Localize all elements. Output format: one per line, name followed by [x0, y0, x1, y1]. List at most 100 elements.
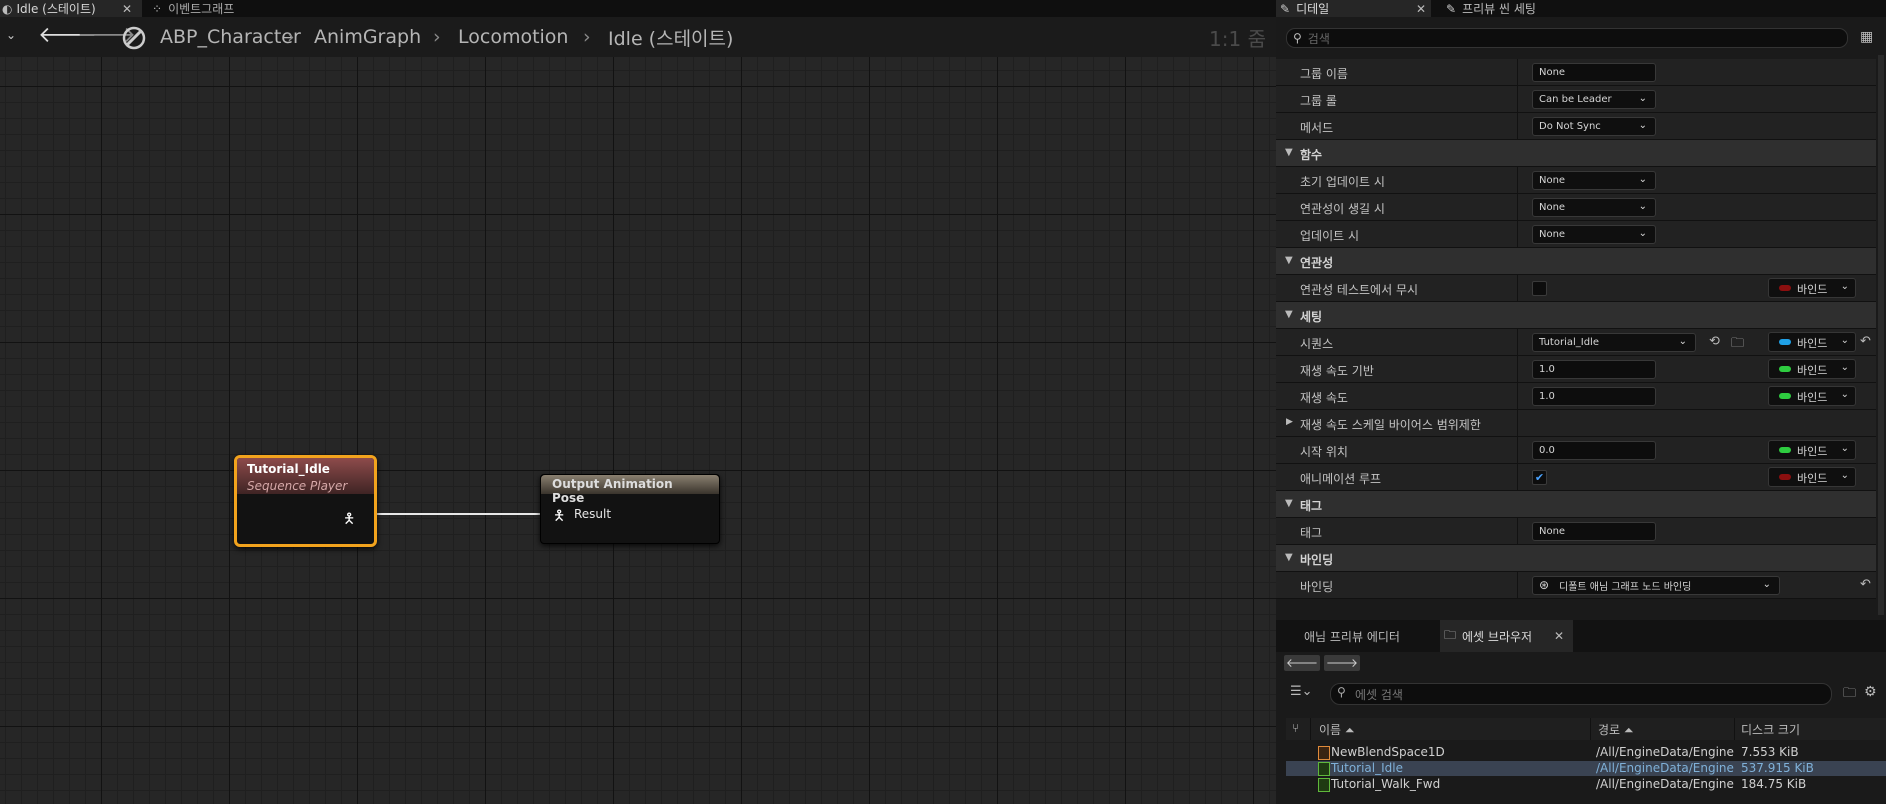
tab-anim-preview-editor[interactable]: 애님 프리뷰 에디터: [1304, 628, 1400, 645]
bind-dropdown[interactable]: 바인드 ⌄: [1768, 386, 1856, 406]
sequence-asset-picker[interactable]: Tutorial_Idle ⌄: [1532, 333, 1696, 352]
search-placeholder: 에셋 검색: [1355, 688, 1403, 702]
breadcrumb-item[interactable]: ABP_Character: [160, 17, 301, 57]
list-item[interactable]: Tutorial_Walk_Fwd /All/EngineData/Engine…: [1286, 777, 1886, 792]
list-item[interactable]: Tutorial_Idle /All/EngineData/Engine 537…: [1286, 761, 1886, 776]
pencil-icon: ✎: [1280, 1, 1291, 16]
pose-pin-icon[interactable]: 🯅: [553, 505, 565, 529]
asset-size: 537.915 KiB: [1741, 761, 1814, 775]
graph-icon: ◐: [2, 1, 13, 16]
chevron-down-icon[interactable]: ⌄: [6, 28, 16, 42]
row-initial-update: 초기 업데이트 시 None ⌄: [1276, 167, 1876, 194]
breadcrumb-item[interactable]: Idle (스테이트): [608, 17, 733, 57]
bind-dropdown[interactable]: 바인드 ⌄: [1768, 467, 1856, 487]
breadcrumb-chevron-icon: ›: [287, 26, 295, 48]
category-settings[interactable]: ▼ 세팅: [1276, 302, 1876, 329]
binding-dropdown[interactable]: ⊛ 디폴트 애님 그래프 노드 바인딩 ⌄: [1532, 576, 1780, 595]
category-tag[interactable]: ▼ 태그: [1276, 491, 1876, 518]
row-label: 그룹 롤: [1300, 94, 1337, 108]
row-label: 재생 속도: [1300, 391, 1348, 405]
row-label: 업데이트 시: [1300, 229, 1360, 243]
play-rate-basis-field[interactable]: 1.0: [1532, 360, 1656, 379]
close-icon[interactable]: ✕: [1554, 629, 1564, 643]
bind-label: 바인드: [1797, 337, 1828, 350]
column-name[interactable]: 이름 ⏶: [1319, 721, 1355, 738]
tab-preview-scene-settings[interactable]: ✎ 프리뷰 씬 세팅: [1446, 0, 1536, 17]
ignore-relevancy-checkbox[interactable]: [1532, 281, 1547, 296]
browse-folder-icon[interactable]: 🗀: [1731, 334, 1744, 356]
category-functions[interactable]: ▼ 함수: [1276, 140, 1876, 167]
bind-label: 바인드: [1797, 445, 1828, 458]
details-search-row: ⚲ 검색 ▦: [1276, 17, 1886, 53]
details-search-input[interactable]: ⚲ 검색: [1286, 28, 1848, 48]
tab-asset-browser[interactable]: 🗀 에셋 브라우저 ✕: [1440, 620, 1573, 652]
loop-animation-checkbox[interactable]: ✔: [1532, 470, 1547, 485]
on-update-dropdown[interactable]: None ⌄: [1532, 225, 1656, 244]
breadcrumb-item[interactable]: AnimGraph: [314, 17, 421, 57]
start-position-field[interactable]: 0.0: [1532, 441, 1656, 460]
column-path[interactable]: 경로 ⏶: [1598, 721, 1634, 738]
tab-label: Idle (스테이트): [16, 2, 96, 16]
node-header: Tutorial_Idle Sequence Player: [237, 458, 374, 494]
column-disk-size[interactable]: 디스크 크기: [1741, 721, 1800, 738]
row-play-rate-scale[interactable]: ▶ 재생 속도 스케일 바이어스 범위제한: [1276, 410, 1876, 437]
reset-arrow-icon[interactable]: ↶: [1860, 334, 1871, 349]
table-view-icon[interactable]: ▦: [1860, 29, 1873, 45]
asset-search-input[interactable]: ⚲ 에셋 검색: [1330, 683, 1832, 705]
bind-dropdown[interactable]: 바인드 ⌄: [1768, 359, 1856, 379]
reset-arrow-icon[interactable]: ↶: [1860, 577, 1871, 592]
asset-path: /All/EngineData/Engine: [1596, 777, 1734, 791]
output-pose-node[interactable]: Output Animation Pose 🯅 Result: [540, 474, 720, 544]
category-label: 세팅: [1300, 310, 1323, 324]
bind-dropdown[interactable]: 바인드 ⌄: [1768, 440, 1856, 460]
tab-details[interactable]: ✎ 디테일 ✕: [1276, 0, 1431, 17]
row-on-update: 업데이트 시 None ⌄: [1276, 221, 1876, 248]
pose-pin-icon[interactable]: 🯅: [343, 508, 355, 532]
category-relevancy[interactable]: ▼ 연관성: [1276, 248, 1876, 275]
bind-indicator: [1779, 285, 1791, 291]
back-button[interactable]: 🡐: [1284, 655, 1320, 671]
pose-wire[interactable]: [374, 513, 542, 515]
dropdown-value: Tutorial_Idle: [1539, 337, 1599, 348]
bind-dropdown[interactable]: 바인드 ⌄: [1768, 278, 1856, 298]
category-binding[interactable]: ▼ 바인딩: [1276, 545, 1876, 572]
blend-space-asset-icon: [1318, 746, 1330, 760]
chevron-down-icon: ⌄: [1840, 389, 1849, 400]
row-play-rate-basis: 재생 속도 기반 1.0 바인드 ⌄: [1276, 356, 1876, 383]
anim-graph-binding-icon: ⊛: [1539, 578, 1550, 592]
collapse-arrow-icon: ▼: [1285, 255, 1293, 266]
row-group-name: 그룹 이름 None: [1276, 59, 1876, 86]
forward-button[interactable]: 🡒: [1324, 655, 1360, 671]
asset-path: /All/EngineData/Engine: [1596, 745, 1734, 759]
anim-sequence-asset-icon: [1318, 778, 1330, 792]
chevron-down-icon: ⌄: [1638, 93, 1647, 104]
tab-event-graph[interactable]: ⁘ 이벤트그래프: [152, 0, 234, 17]
group-name-field[interactable]: None: [1532, 63, 1656, 82]
details-scrollbar[interactable]: [1878, 55, 1884, 615]
node-title: Tutorial_Idle: [247, 462, 330, 476]
anim-graph-canvas[interactable]: ◐ Idle (스테이트) ✕ ⁘ 이벤트그래프 ⌄ 🡐 🡒 ABP_Chara…: [0, 0, 1276, 804]
tab-idle-state[interactable]: ◐ Idle (스테이트) ✕: [0, 0, 142, 17]
list-item[interactable]: NewBlendSpace1D /All/EngineData/Engine 7…: [1286, 745, 1886, 760]
initial-update-dropdown[interactable]: None ⌄: [1532, 171, 1656, 190]
play-rate-field[interactable]: 1.0: [1532, 387, 1656, 406]
sequence-player-node[interactable]: Tutorial_Idle Sequence Player 🯅: [234, 455, 377, 547]
breadcrumb-item[interactable]: Locomotion: [458, 17, 568, 57]
source-control-icon[interactable]: ⑂: [1292, 721, 1299, 735]
folder-icon[interactable]: 🗀: [1843, 684, 1856, 706]
use-selected-icon[interactable]: ⟲: [1709, 334, 1720, 349]
chevron-down-icon: ⌄: [1840, 281, 1849, 292]
row-label: 태그: [1300, 526, 1323, 540]
gear-icon[interactable]: ⚙: [1864, 684, 1877, 700]
tag-field[interactable]: None: [1532, 522, 1656, 541]
method-dropdown[interactable]: Do Not Sync ⌄: [1532, 117, 1656, 136]
group-role-dropdown[interactable]: Can be Leader ⌄: [1532, 90, 1656, 109]
become-relevant-dropdown[interactable]: None ⌄: [1532, 198, 1656, 217]
dropdown-value: None: [1539, 229, 1566, 240]
close-icon[interactable]: ✕: [122, 2, 132, 16]
category-label: 태그: [1300, 499, 1323, 513]
filter-icon[interactable]: ☰⌄: [1290, 684, 1313, 699]
close-icon[interactable]: ✕: [1416, 2, 1426, 16]
asset-name: Tutorial_Idle: [1331, 761, 1403, 775]
bind-dropdown[interactable]: 바인드 ⌄: [1768, 332, 1856, 352]
